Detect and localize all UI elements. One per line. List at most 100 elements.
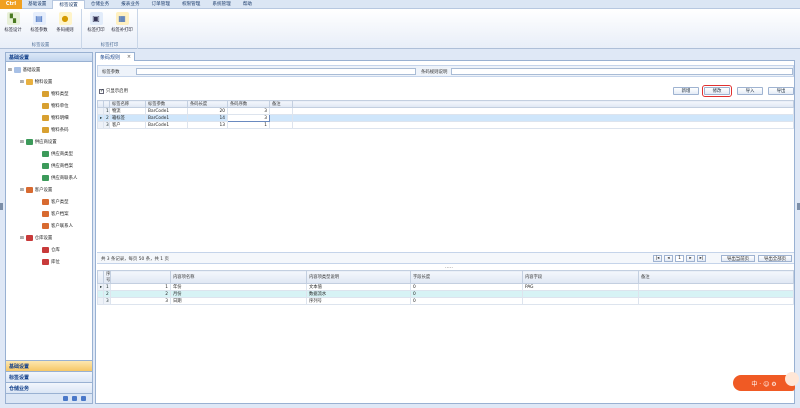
column-header[interactable]: 序号 — [103, 270, 111, 284]
tree-item-material-unit[interactable]: 物料单位 — [42, 102, 69, 110]
mascot-icon — [785, 372, 799, 386]
record-count-text: 共 3 条记录，每页 50 条，共 1 页 — [101, 257, 169, 262]
tree-root[interactable]: ⊟ 基础设置 — [8, 66, 40, 74]
barcode-rule-button[interactable]: ● 条码规则 — [54, 11, 76, 39]
export-all-pages-button[interactable]: 导出全部页 — [758, 255, 792, 262]
tree-item-material-barcode[interactable]: 物料条码 — [42, 126, 69, 134]
main-content: 标签参数 条码规则说明 只显示启用 新增 修改 导入 导出 标签名称 标签参数 … — [95, 61, 795, 404]
tree-item-location[interactable]: 库位 — [42, 258, 60, 266]
column-header[interactable]: 内容项类型说明 — [306, 270, 411, 284]
enabled-only-checkbox-row[interactable]: 只显示启用 — [99, 88, 128, 94]
menu-reports[interactable]: 报表业务 — [115, 0, 145, 9]
app-menu-button[interactable]: Ctrl — [0, 0, 22, 9]
table-row[interactable]: 3 客户 BarCode1 13 1 — [97, 121, 794, 129]
folder-icon — [25, 79, 33, 85]
tree-item-customer-contact[interactable]: 客户联系人 — [42, 222, 73, 230]
nav-shortcut-icon[interactable] — [63, 396, 68, 401]
filter-label-desc: 条码规则说明 — [421, 70, 448, 75]
collapse-icon[interactable]: ⊟ — [8, 68, 12, 73]
ribbon-group-label: 标签打印 — [100, 43, 119, 48]
item-icon — [42, 91, 49, 97]
tree-item-customer-archive[interactable]: 客户档案 — [42, 210, 69, 218]
nav-section-warehouse[interactable]: 仓储业务 — [6, 382, 92, 393]
close-icon[interactable]: × — [127, 54, 131, 60]
tree-item-customer-type[interactable]: 客户类型 — [42, 198, 69, 206]
collapse-icon[interactable]: ⊟ — [20, 188, 24, 193]
column-header[interactable]: 字段长度 — [410, 270, 523, 284]
barcode-rule-grid: 标签名称 标签参数 条码长度 条码序数 备注 1 物流 BarCode1 20 … — [97, 100, 794, 129]
nav-section-label[interactable]: 标签设置 — [6, 371, 92, 382]
nav-section-basic[interactable]: 基础设置 — [6, 360, 92, 371]
nav-shortcut-icon[interactable] — [81, 396, 86, 401]
nav-shortcut-icon[interactable] — [72, 396, 77, 401]
menu-permissions[interactable]: 权限管理 — [176, 0, 206, 9]
column-header[interactable]: 备注 — [269, 100, 293, 108]
next-page-button[interactable]: ▸ — [686, 255, 695, 262]
input-method-badge[interactable]: 中 · ☺ ⚙ — [733, 372, 799, 391]
column-header[interactable]: 标签参数 — [145, 100, 188, 108]
column-header[interactable]: 条码序数 — [227, 100, 270, 108]
tree-item-supplier-type[interactable]: 供应商类型 — [42, 150, 73, 158]
tree-item-material-type[interactable]: 物料类型 — [42, 90, 69, 98]
filter-desc-input[interactable] — [451, 68, 793, 75]
menu-warehouse-business[interactable]: 仓储业务 — [85, 0, 115, 9]
tree-item-warehouse[interactable]: 仓库 — [42, 246, 60, 254]
first-page-button[interactable]: |◂ — [653, 255, 662, 262]
tree-group-customer[interactable]: ⊟ 客户设置 — [20, 186, 52, 194]
tree-item-supplier-contact[interactable]: 供应商联系人 — [42, 174, 77, 182]
label-print-button[interactable]: ▣ 标签打印 — [85, 11, 107, 39]
prev-page-button[interactable]: ◂ — [664, 255, 673, 262]
table-row[interactable]: 2 2 月份 数据流水 0 — [97, 290, 794, 298]
collapse-icon[interactable]: ⊟ — [20, 236, 24, 241]
left-splitter-handle[interactable] — [0, 203, 3, 210]
tree-item-supplier-archive[interactable]: 供应商档案 — [42, 162, 73, 170]
import-button[interactable]: 导入 — [737, 87, 763, 95]
column-header[interactable]: 内容项名称 — [170, 270, 307, 284]
grid-header-row: 序号 内容项名称 内容项类型说明 字段长度 内容字段 备注 — [97, 270, 794, 284]
item-icon — [42, 247, 49, 253]
table-row[interactable]: ▸ 1 1 年份 文本值 0 PAG — [97, 283, 794, 291]
add-button[interactable]: 新增 — [673, 87, 699, 95]
ribbon-group-label-settings: ▚ 标签设计 ▤ 标签参数 ● 条码规则 标签设置 — [0, 9, 82, 49]
table-row[interactable]: 1 物流 BarCode1 20 3 — [97, 107, 794, 115]
last-page-button[interactable]: ▸| — [697, 255, 706, 262]
tree-group-material[interactable]: ⊟ 物料设置 — [20, 78, 52, 86]
menu-help[interactable]: 帮助 — [237, 0, 258, 9]
item-icon — [42, 175, 49, 181]
tree-group-supplier[interactable]: ⊟ 供应商设置 — [20, 138, 57, 146]
tab-barcode-rule[interactable]: 条码规则 × — [95, 52, 136, 61]
menu-label-settings[interactable]: 标签设置 — [52, 0, 85, 9]
item-icon — [42, 163, 49, 169]
edit-button[interactable]: 修改 — [702, 85, 732, 97]
tree-item-material-detail[interactable]: 物料明细 — [42, 114, 69, 122]
collapse-icon[interactable]: ⊟ — [20, 140, 24, 145]
column-header[interactable]: 标签名称 — [109, 100, 146, 108]
menu-bar: Ctrl 基础设置 标签设置 仓储业务 报表业务 订单管理 权限管理 系统管理 … — [0, 0, 800, 9]
export-current-page-button[interactable]: 导出当前页 — [721, 255, 755, 262]
column-header[interactable]: 内容字段 — [522, 270, 639, 284]
document-tabstrip: 条码规则 × — [95, 52, 795, 61]
edit-cell[interactable]: 3 — [227, 114, 270, 122]
tree-group-warehouse[interactable]: ⊟ 仓库设置 — [20, 234, 52, 242]
folder-icon — [25, 235, 33, 241]
column-header[interactable]: 备注 — [638, 270, 794, 284]
label-design-button[interactable]: ▚ 标签设计 — [2, 11, 24, 39]
nav-tree: ⊟ 基础设置 ⊟ 物料设置 物料类型 物料单位 物料明细 物料条码 ⊟ 供应商设… — [6, 62, 92, 354]
menu-orders[interactable]: 订单管理 — [146, 0, 176, 9]
column-header[interactable]: 条码长度 — [187, 100, 228, 108]
label-reprint-button[interactable]: ▦ 标签补打印 — [111, 11, 133, 39]
item-icon — [42, 223, 49, 229]
table-row[interactable]: 3 3 日期 序列号 0 — [97, 297, 794, 305]
page-number-input[interactable]: 1 — [675, 255, 684, 262]
menu-basic-settings[interactable]: 基础设置 — [22, 0, 52, 9]
menu-system[interactable]: 系统管理 — [206, 0, 236, 9]
item-icon — [42, 103, 49, 109]
filter-param-input[interactable] — [136, 68, 416, 75]
label-param-button[interactable]: ▤ 标签参数 — [28, 11, 50, 39]
enabled-only-checkbox[interactable] — [99, 88, 104, 94]
collapse-icon[interactable]: ⊟ — [20, 80, 24, 85]
table-row[interactable]: ▸ 2 箱标签 BarCode1 14 3 — [97, 114, 794, 122]
item-icon — [42, 115, 49, 121]
export-button[interactable]: 导出 — [768, 87, 794, 95]
ribbon-group-label: 标签设置 — [31, 43, 50, 48]
